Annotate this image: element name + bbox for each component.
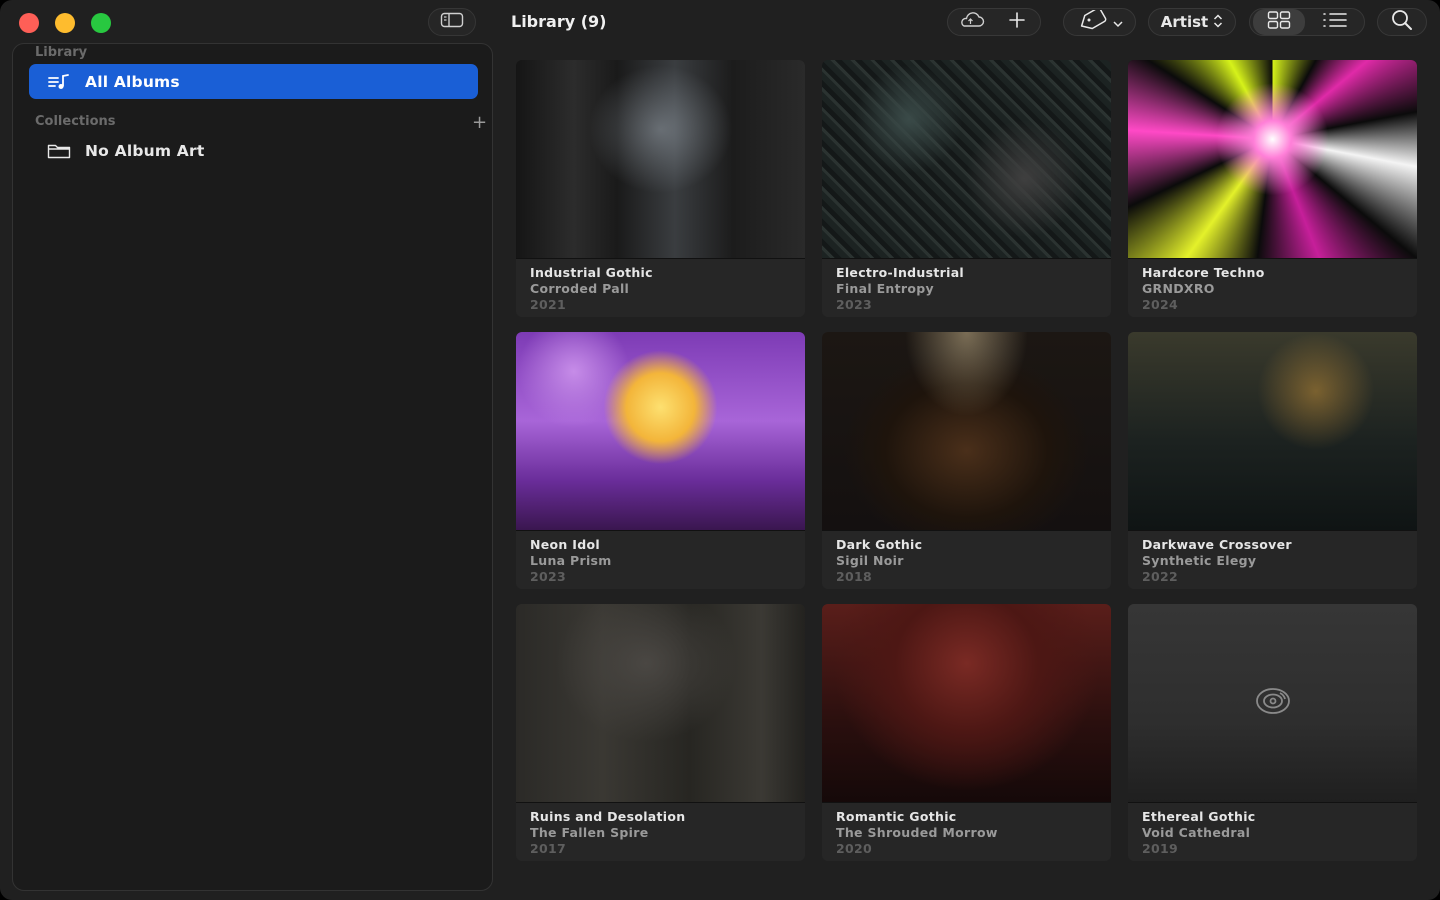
album-year: 2024 [1142,297,1178,312]
folder-icon [47,142,71,160]
cloud-icon [957,11,985,33]
album-card[interactable]: Industrial Gothic Corroded Pall 2021 [516,60,805,317]
album-card[interactable]: Romantic Gothic The Shrouded Morrow 2020 [822,604,1111,861]
album-meta: Ethereal Gothic Void Cathedral 2019 [1128,803,1417,857]
album-meta: Hardcore Techno GRNDXRO 2024 [1128,259,1417,313]
search-icon [1391,9,1413,35]
album-cover [516,332,805,531]
album-grid: Industrial Gothic Corroded Pall 2021 Ele… [516,60,1417,861]
album-meta: Romantic Gothic The Shrouded Morrow 2020 [822,803,1111,857]
album-title: Darkwave Crossover [1142,537,1292,552]
search-button[interactable] [1377,8,1427,36]
album-cover-placeholder [1128,604,1417,803]
close-button[interactable] [19,13,39,33]
album-card[interactable]: Electro-Industrial Final Entropy 2023 [822,60,1111,317]
album-title: Dark Gothic [836,537,923,552]
sidebar-item-label: All Albums [85,72,180,91]
album-artist: The Shrouded Morrow [836,825,998,840]
album-title: Industrial Gothic [530,265,653,280]
album-artist: GRNDXRO [1142,281,1215,296]
album-year: 2023 [530,569,566,584]
minimize-button[interactable] [55,13,75,33]
album-year: 2017 [530,841,566,856]
tag-menu-button[interactable] [1063,7,1136,36]
music-list-icon [47,73,71,91]
sort-menu-content: Artist [1149,9,1235,35]
chevron-down-icon [1112,13,1123,32]
album-card[interactable]: Ethereal Gothic Void Cathedral 2019 [1128,604,1417,861]
album-meta: Industrial Gothic Corroded Pall 2021 [516,259,805,313]
album-title: Neon Idol [530,537,600,552]
zoom-button[interactable] [91,13,111,33]
album-year: 2023 [836,297,872,312]
album-card[interactable]: Dark Gothic Sigil Noir 2018 [822,332,1111,589]
sidebar-item-label: No Album Art [85,141,205,160]
search-button-content [1378,9,1426,35]
album-meta: Ruins and Desolation The Fallen Spire 20… [516,803,805,857]
app-window: Library All Albums Collections + No Albu… [0,0,1440,900]
tag-icon [1077,7,1107,34]
album-cover [822,604,1111,803]
album-year: 2021 [530,297,566,312]
album-title: Ruins and Desolation [530,809,686,824]
album-card[interactable]: Ruins and Desolation The Fallen Spire 20… [516,604,805,861]
sidebar-item-all-albums[interactable]: All Albums [29,64,478,99]
album-meta: Dark Gothic Sigil Noir 2018 [822,531,1111,585]
cloud-button[interactable] [948,9,994,35]
view-mode-group [1249,8,1365,36]
album-year: 2022 [1142,569,1178,584]
album-title: Ethereal Gothic [1142,809,1256,824]
sidebar-toggle-button[interactable] [428,8,476,36]
collections-section-header: Collections [35,114,116,129]
album-card[interactable]: Hardcore Techno GRNDXRO 2024 [1128,60,1417,317]
album-year: 2018 [836,569,872,584]
album-artist: Corroded Pall [530,281,630,296]
album-year: 2020 [836,841,872,856]
album-artist: Final Entropy [836,281,934,296]
add-button[interactable] [994,9,1040,35]
album-card[interactable]: Darkwave Crossover Synthetic Elegy 2022 [1128,332,1417,589]
sidebar-item-no-album-art[interactable]: No Album Art [29,133,478,168]
album-artist: Sigil Noir [836,553,904,568]
tag-menu-content [1064,7,1135,35]
chevron-updown-icon [1213,13,1223,32]
sidebar: Library All Albums Collections + No Albu… [12,43,493,891]
sidebar-icon [440,12,464,32]
plus-icon [1008,11,1026,33]
sort-menu-button[interactable]: Artist [1148,8,1236,36]
add-collection-button[interactable]: + [472,114,487,132]
import-add-group [947,8,1041,36]
library-section-header: Library [35,45,88,60]
list-icon [1322,12,1348,32]
album-title: Hardcore Techno [1142,265,1265,280]
album-cover [516,604,805,803]
grid-view-button[interactable] [1252,9,1305,35]
album-cover [1128,60,1417,259]
album-cover [1128,332,1417,531]
album-cover [822,60,1111,259]
sort-label: Artist [1160,13,1209,31]
album-artist: Synthetic Elegy [1142,553,1257,568]
album-title: Electro-Industrial [836,265,965,280]
traffic-lights [19,13,111,33]
album-artist: Void Cathedral [1142,825,1251,840]
album-meta: Darkwave Crossover Synthetic Elegy 2022 [1128,531,1417,585]
album-artist: The Fallen Spire [530,825,649,840]
grid-icon [1267,11,1291,33]
album-card[interactable]: Neon Idol Luna Prism 2023 [516,332,805,589]
album-meta: Neon Idol Luna Prism 2023 [516,531,805,585]
album-title: Romantic Gothic [836,809,957,824]
album-cover [822,332,1111,531]
disc-icon [1255,687,1291,719]
album-artist: Luna Prism [530,553,612,568]
page-title: Library (9) [511,12,607,31]
list-view-button[interactable] [1306,9,1364,35]
album-cover [516,60,805,259]
album-meta: Electro-Industrial Final Entropy 2023 [822,259,1111,313]
album-year: 2019 [1142,841,1178,856]
